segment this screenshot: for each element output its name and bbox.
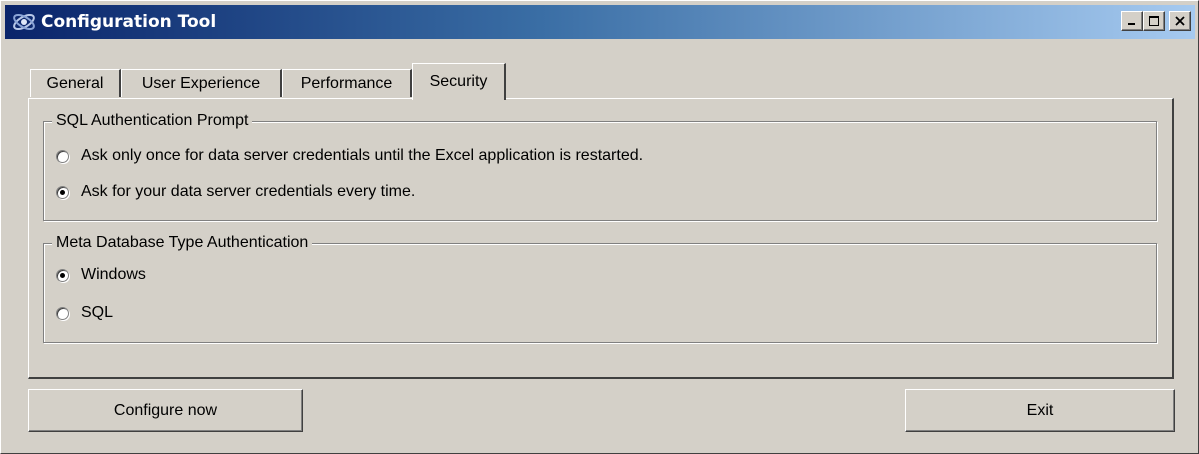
tab-performance-label: Performance bbox=[300, 74, 393, 92]
tab-user-experience[interactable]: User Experience bbox=[121, 69, 282, 97]
configuration-tool-window: Configuration Tool General User Experien… bbox=[0, 0, 1199, 454]
minimize-button[interactable] bbox=[1121, 11, 1143, 31]
close-icon bbox=[1175, 16, 1185, 26]
meta-auth-option-windows-label: Windows bbox=[81, 266, 146, 283]
meta-auth-groupbox: Meta Database Type Authentication Window… bbox=[43, 233, 1157, 343]
meta-auth-option-sql-label: SQL bbox=[81, 304, 114, 321]
title-bar[interactable]: Configuration Tool bbox=[5, 5, 1195, 39]
window-controls bbox=[1121, 11, 1191, 31]
configure-now-button[interactable]: Configure now bbox=[28, 389, 303, 432]
exit-label: Exit bbox=[1026, 401, 1054, 419]
meta-auth-option-windows[interactable]: Windows bbox=[56, 266, 146, 284]
sql-auth-groupbox: SQL Authentication Prompt Ask only once … bbox=[43, 111, 1157, 221]
tab-user-experience-label: User Experience bbox=[141, 74, 261, 92]
maximize-icon bbox=[1149, 16, 1159, 26]
configure-now-label: Configure now bbox=[113, 401, 218, 419]
sql-auth-option-every-time[interactable]: Ask for your data server credentials eve… bbox=[56, 183, 415, 201]
sql-auth-option-once-label: Ask only once for data server credential… bbox=[81, 147, 644, 164]
meta-auth-option-sql[interactable]: SQL bbox=[56, 304, 113, 322]
meta-auth-legend: Meta Database Type Authentication bbox=[52, 233, 313, 253]
minimize-icon bbox=[1128, 23, 1135, 25]
tab-security-label: Security bbox=[429, 73, 488, 90]
tab-general-label: General bbox=[46, 74, 104, 92]
radio-button[interactable] bbox=[56, 149, 69, 163]
tab-performance[interactable]: Performance bbox=[282, 69, 412, 97]
tab-general[interactable]: General bbox=[30, 69, 121, 97]
radio-button-checked[interactable] bbox=[56, 268, 69, 282]
window-title: Configuration Tool bbox=[41, 12, 217, 32]
sql-auth-legend: SQL Authentication Prompt bbox=[52, 111, 253, 131]
radio-button[interactable] bbox=[56, 306, 69, 320]
sql-auth-option-once[interactable]: Ask only once for data server credential… bbox=[56, 147, 643, 165]
close-button[interactable] bbox=[1169, 11, 1191, 31]
app-icon bbox=[13, 14, 35, 30]
sql-auth-option-every-time-label: Ask for your data server credentials eve… bbox=[81, 183, 416, 200]
exit-button[interactable]: Exit bbox=[905, 389, 1175, 432]
radio-button-checked[interactable] bbox=[56, 185, 69, 199]
maximize-button[interactable] bbox=[1143, 11, 1165, 31]
security-tab-panel: SQL Authentication Prompt Ask only once … bbox=[28, 98, 1174, 379]
tab-security[interactable]: Security bbox=[412, 63, 506, 100]
